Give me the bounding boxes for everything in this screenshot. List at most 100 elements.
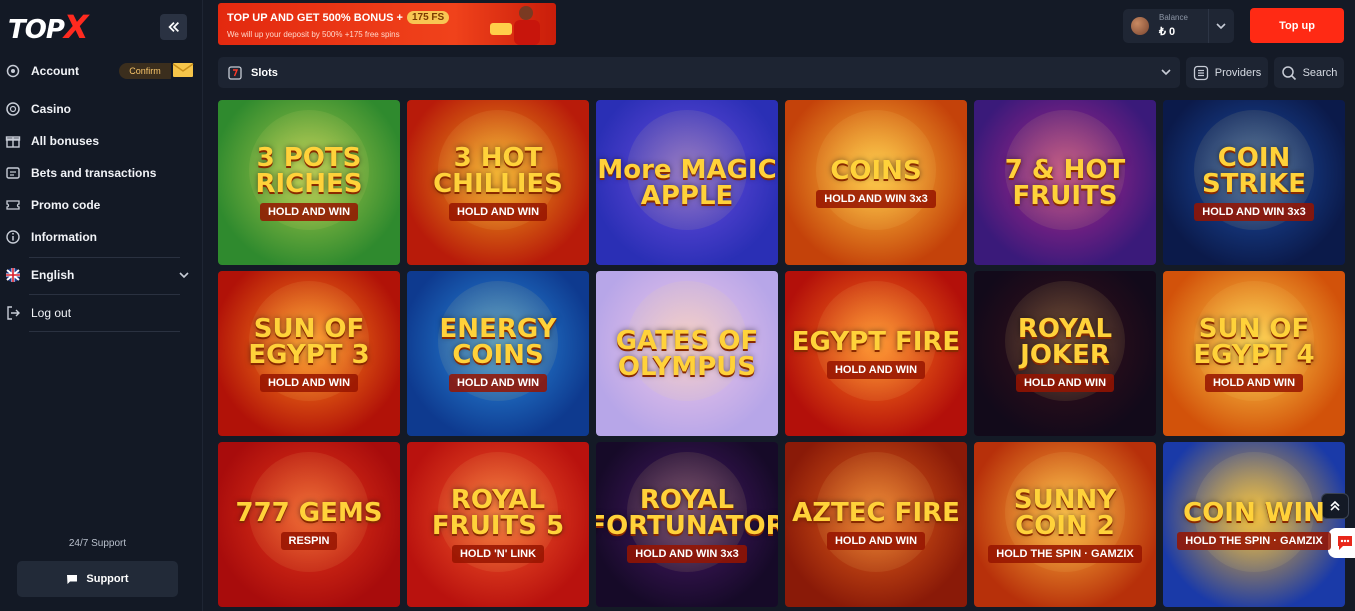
search-icon [1281,65,1296,80]
providers-button[interactable]: Providers [1186,57,1268,88]
game-title: ROYAL JOKER [1017,313,1113,370]
search-button[interactable]: Search [1274,57,1344,88]
game-label: EGYPT FIRE HOLD AND WIN [792,329,960,379]
search-label: Search [1302,66,1338,79]
game-title: COINS [830,155,922,186]
confirm-email-badge[interactable]: Confirm [119,63,171,79]
sidebar-item-label: Information [31,230,97,244]
game-title: 3 POTS RICHES [255,142,363,199]
balance-value: ₺ 0 [1159,26,1176,38]
free-spins-badge: 175 FS [406,11,450,24]
game-title: 3 HOT CHILLIES [433,142,563,199]
divider [29,294,180,295]
top-up-button[interactable]: Top up [1250,8,1344,43]
game-tile[interactable]: ROYAL FORTUNATOR HOLD AND WIN 3x3 [596,442,778,607]
game-tile[interactable]: ROYAL FRUITS 5 HOLD 'N' LINK [407,442,589,607]
game-tile[interactable]: COIN WIN HOLD THE SPIN · GAMZIX [1163,442,1345,607]
game-title: SUN OF EGYPT 4 [1193,313,1315,370]
brand-logo[interactable]: TOPX [8,8,108,46]
game-title: AZTEC FIRE [792,497,960,528]
chevron-down-icon[interactable] [1215,20,1227,32]
list-icon [1193,65,1208,80]
live-chat-button[interactable] [1328,528,1355,558]
game-label: SUNNY COIN 2 HOLD THE SPIN · GAMZIX [974,487,1156,563]
game-subtitle: HOLD THE SPIN · GAMZIX [1177,531,1331,550]
game-subtitle: HOLD AND WIN [259,373,359,392]
game-subtitle: HOLD AND WIN 3x3 [1194,202,1314,221]
game-tile[interactable]: ROYAL JOKER HOLD AND WIN [974,271,1156,436]
sidebar-item-bets[interactable]: Bets and transactions [5,163,156,183]
game-subtitle: HOLD AND WIN [1015,373,1115,392]
game-title: ENERGY COINS [439,313,557,370]
category-label: Slots [251,66,278,79]
game-title: SUNNY COIN 2 [1013,484,1117,541]
collapse-sidebar-button[interactable] [160,14,187,40]
game-label: ROYAL FORTUNATOR HOLD AND WIN 3x3 [596,487,778,563]
game-tile[interactable]: GATES OF OLYMPUS [596,271,778,436]
sidebar-item-casino[interactable]: Casino [5,99,71,119]
language-label: English [31,268,75,282]
uk-flag-icon [5,267,21,283]
game-label: SUN OF EGYPT 4 HOLD AND WIN [1163,316,1345,392]
envelope-icon [172,63,194,77]
game-label: COIN STRIKE HOLD AND WIN 3x3 [1163,145,1345,221]
game-tile[interactable]: EGYPT FIRE HOLD AND WIN [785,271,967,436]
support-button[interactable]: Support [17,561,178,597]
game-label: SUN OF EGYPT 3 HOLD AND WIN [218,316,400,392]
game-label: More MAGIC APPLE [596,157,778,209]
promo-banner[interactable]: TOP UP AND GET 500% BONUS + 175 FS We wi… [218,3,556,45]
game-tile[interactable]: SUN OF EGYPT 3 HOLD AND WIN [218,271,400,436]
sidebar-item-label: Account [31,64,79,78]
game-tile[interactable]: 3 POTS RICHES HOLD AND WIN [218,100,400,265]
logout-button[interactable]: Log out [5,303,71,323]
info-icon [5,229,21,245]
game-subtitle: HOLD AND WIN [1204,373,1304,392]
support-button-label: Support [86,573,129,585]
game-tile[interactable]: More MAGIC APPLE [596,100,778,265]
category-select[interactable]: Slots [218,57,1180,88]
game-tile[interactable]: AZTEC FIRE HOLD AND WIN [785,442,967,607]
logo-mark: X [63,8,89,46]
sidebar-item-label: Bets and transactions [31,166,157,180]
game-title: 7 & HOT FRUITS [1004,154,1126,211]
divider [1208,9,1209,43]
game-tile[interactable]: SUN OF EGYPT 4 HOLD AND WIN [1163,271,1345,436]
divider [29,331,180,332]
sidebar-item-information[interactable]: Information [5,227,97,247]
promo-subtitle: We will up your deposit by 500% +175 fre… [227,30,400,39]
gift-icon [5,133,21,149]
game-subtitle: HOLD AND WIN [448,373,548,392]
game-tile[interactable]: 3 HOT CHILLIES HOLD AND WIN [407,100,589,265]
double-chevron-left-icon [167,22,179,32]
game-label: 3 POTS RICHES HOLD AND WIN [218,145,400,221]
balance-widget[interactable]: Balance ₺ 0 [1123,9,1234,43]
game-tile[interactable]: ENERGY COINS HOLD AND WIN [407,271,589,436]
game-subtitle: HOLD 'N' LINK [451,544,545,563]
logout-icon [5,305,21,321]
game-tile[interactable]: COINS HOLD AND WIN 3x3 [785,100,967,265]
support-title: 24/7 Support [68,538,127,549]
game-tile[interactable]: 777 GEMS RESPIN [218,442,400,607]
game-label: COIN WIN HOLD THE SPIN · GAMZIX [1177,500,1331,550]
game-tile[interactable]: 7 & HOT FRUITS [974,100,1156,265]
game-tile[interactable]: COIN STRIKE HOLD AND WIN 3x3 [1163,100,1345,265]
ticket-icon [5,197,21,213]
sidebar-item-account[interactable]: Account [5,61,79,81]
game-tile[interactable]: SUNNY COIN 2 HOLD THE SPIN · GAMZIX [974,442,1156,607]
logo-text: TOP [8,15,65,45]
sidebar-item-bonuses[interactable]: All bonuses [5,131,99,151]
sidebar-item-label: Casino [31,102,72,116]
promo-title-text: TOP UP AND GET 500% BONUS + [227,11,403,24]
sidebar-item-label: Promo code [31,198,101,212]
promo-title: TOP UP AND GET 500% BONUS + 175 FS [227,11,450,24]
game-title: 777 GEMS [235,497,383,528]
language-selector[interactable]: English [5,265,74,285]
game-label: 7 & HOT FRUITS [974,157,1156,209]
casino-chip-icon [5,101,21,117]
game-label: COINS HOLD AND WIN 3x3 [816,158,936,208]
game-label: ROYAL FRUITS 5 HOLD 'N' LINK [407,487,589,563]
game-title: EGYPT FIRE [791,326,961,357]
sidebar-item-promo[interactable]: Promo code [5,195,100,215]
game-title: More MAGIC APPLE [597,154,777,211]
chevron-down-icon[interactable] [178,269,190,281]
